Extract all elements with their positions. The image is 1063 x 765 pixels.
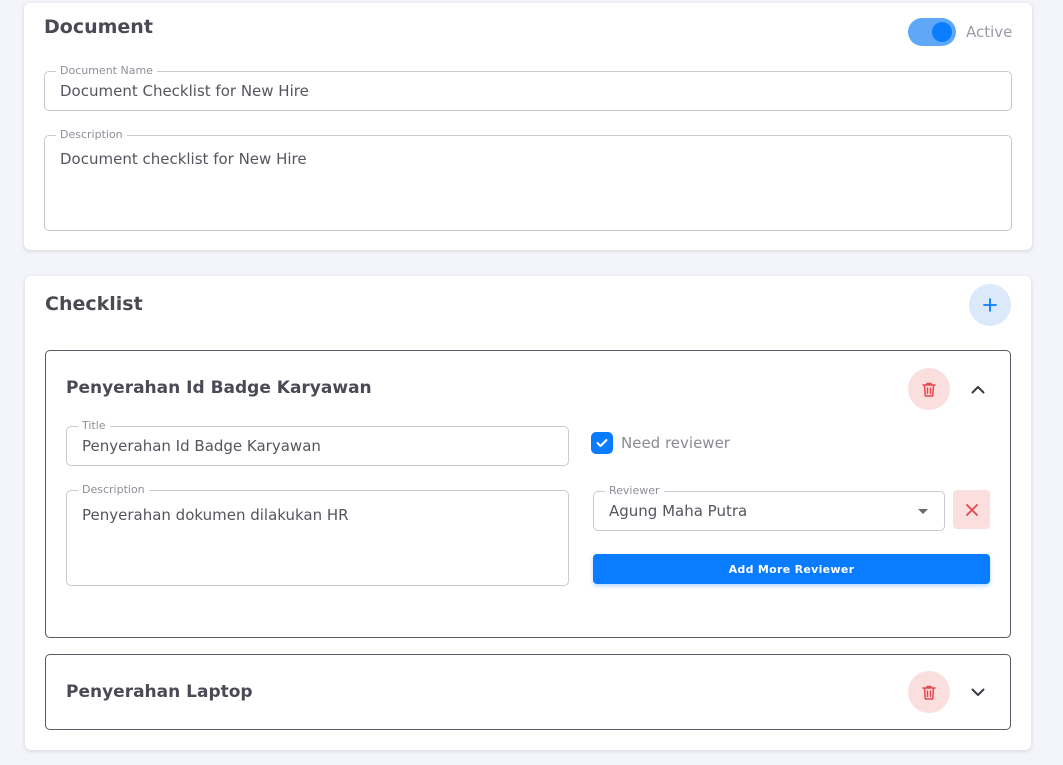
delete-item-button[interactable] xyxy=(908,368,950,410)
expand-item-button[interactable] xyxy=(966,680,990,704)
active-toggle-group: Active xyxy=(908,17,1012,47)
need-reviewer-checkbox-row[interactable]: Need reviewer xyxy=(591,432,730,454)
item-description-value: Penyerahan dokumen dilakukan HR xyxy=(82,506,349,524)
active-toggle[interactable] xyxy=(908,18,956,46)
document-name-label: Document Name xyxy=(56,64,157,78)
remove-reviewer-button[interactable] xyxy=(953,490,990,529)
add-more-reviewer-button[interactable]: Add More Reviewer xyxy=(593,554,990,584)
document-description-field[interactable]: Description Document checklist for New H… xyxy=(44,128,1012,231)
item-title-field[interactable]: Title Penyerahan Id Badge Karyawan xyxy=(66,419,569,466)
checklist-item: Penyerahan Laptop xyxy=(45,654,1011,730)
add-checklist-button[interactable] xyxy=(969,284,1011,326)
collapse-item-button[interactable] xyxy=(966,377,990,401)
document-card: Document Active Document Name Document C… xyxy=(24,3,1032,250)
document-description-value: Document checklist for New Hire xyxy=(60,150,307,168)
document-description-label: Description xyxy=(56,128,127,142)
item-description-field[interactable]: Description Penyerahan dokumen dilakukan… xyxy=(66,483,569,586)
item-title-value: Penyerahan Id Badge Karyawan xyxy=(82,437,321,455)
item-description-label: Description xyxy=(78,483,149,497)
document-name-value: Document Checklist for New Hire xyxy=(60,82,309,100)
checklist-item-heading: Penyerahan Id Badge Karyawan xyxy=(66,378,372,398)
caret-down-icon xyxy=(918,509,928,514)
checklist-section-title: Checklist xyxy=(45,293,143,315)
need-reviewer-checkbox[interactable] xyxy=(591,432,613,454)
checklist-card: Checklist Penyerahan Id Badge Karyawan T… xyxy=(25,276,1031,750)
document-section-title: Document xyxy=(44,16,153,38)
item-title-label: Title xyxy=(78,419,110,433)
trash-icon xyxy=(922,382,936,397)
need-reviewer-label: Need reviewer xyxy=(621,434,730,452)
chevron-up-icon xyxy=(971,385,985,393)
reviewer-select[interactable]: Reviewer Agung Maha Putra xyxy=(593,484,945,531)
reviewer-label: Reviewer xyxy=(605,484,664,498)
active-toggle-label: Active xyxy=(966,23,1013,41)
reviewer-value: Agung Maha Putra xyxy=(609,502,748,520)
close-icon xyxy=(965,503,978,516)
check-icon xyxy=(596,439,608,447)
toggle-knob xyxy=(932,22,952,42)
chevron-down-icon xyxy=(971,688,985,696)
delete-item-button[interactable] xyxy=(908,671,950,713)
plus-icon xyxy=(983,298,997,312)
document-name-field[interactable]: Document Name Document Checklist for New… xyxy=(44,64,1012,111)
checklist-item-heading: Penyerahan Laptop xyxy=(66,682,253,702)
trash-icon xyxy=(922,685,936,700)
checklist-item: Penyerahan Id Badge Karyawan Title Penye… xyxy=(45,350,1011,638)
